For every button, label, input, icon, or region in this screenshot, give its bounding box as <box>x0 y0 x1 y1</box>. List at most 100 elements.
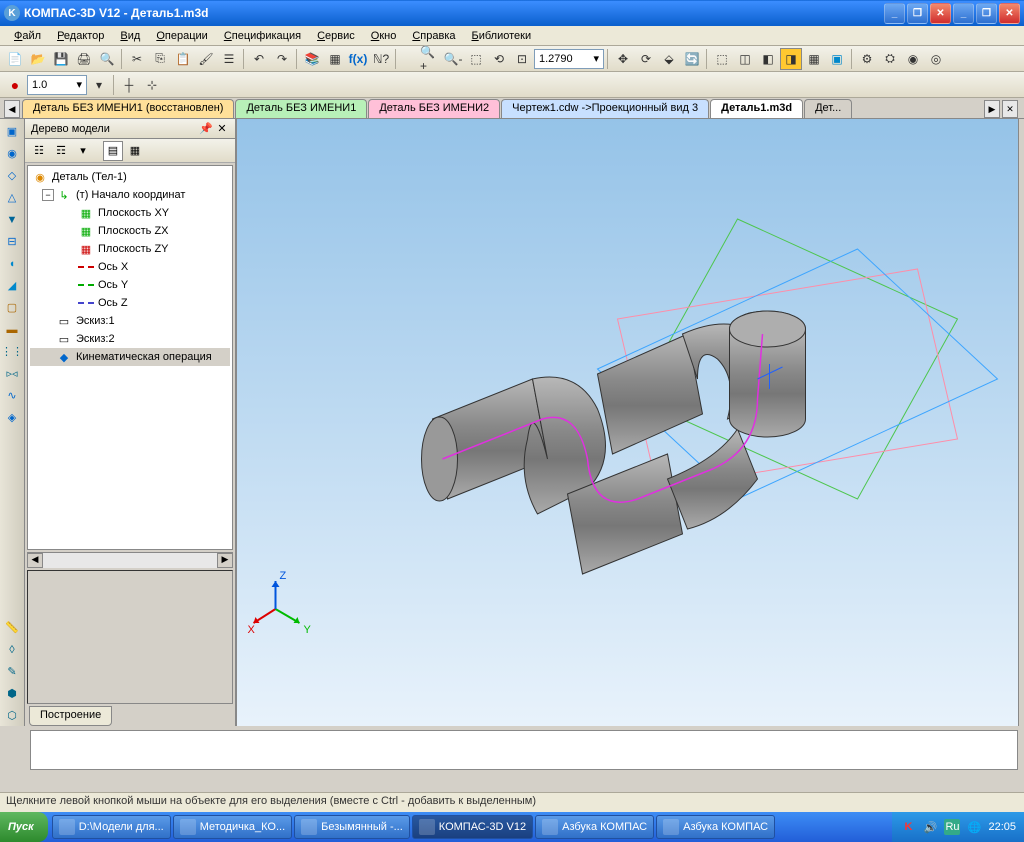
taskbar-task-5[interactable]: Азбука КОМПАС <box>656 815 775 839</box>
new-button[interactable]: 📄 <box>4 48 26 70</box>
curve-icon[interactable]: ∿ <box>2 385 23 406</box>
rotate-button[interactable]: ⟳ <box>635 48 657 70</box>
loft-icon[interactable]: △ <box>2 187 23 208</box>
sketch-icon[interactable]: ✎ <box>2 661 23 682</box>
tool-b[interactable]: ⛭ <box>879 48 901 70</box>
perspective-button[interactable]: ▣ <box>826 48 848 70</box>
measure-icon[interactable]: 📏 <box>2 617 23 638</box>
command-panel[interactable] <box>30 730 1018 770</box>
surface-icon[interactable]: ◈ <box>2 407 23 428</box>
zoom-in-button[interactable]: 🔍+ <box>419 48 441 70</box>
noedge-button[interactable]: ◧ <box>757 48 779 70</box>
shaded-button[interactable]: ◨ <box>780 48 802 70</box>
taskbar-task-0[interactable]: D:\Модели для... <box>52 815 171 839</box>
3d-viewport[interactable]: X Y Z <box>237 119 1018 726</box>
tree-dropdown-icon[interactable]: ▾ <box>73 141 93 161</box>
shell-icon[interactable]: ▢ <box>2 297 23 318</box>
start-button[interactable]: Пуск <box>0 812 48 842</box>
shaded-edge-button[interactable]: ▦ <box>803 48 825 70</box>
tree-plane-zy[interactable]: ▦Плоскость ZY <box>30 240 230 258</box>
part-icon[interactable]: ⬢ <box>2 683 23 704</box>
extrude-icon[interactable]: ▣ <box>2 121 23 142</box>
doc-tab-4[interactable]: Деталь1.m3d <box>710 99 803 118</box>
tree-axis-z[interactable]: Ось Z <box>30 294 230 312</box>
zoom-prev-button[interactable]: ⟲ <box>488 48 510 70</box>
step-button[interactable]: ▾ <box>88 74 110 96</box>
hole-icon[interactable]: ⊟ <box>2 231 23 252</box>
taskbar-task-4[interactable]: Азбука КОМПАС <box>535 815 654 839</box>
doc-tab-5[interactable]: Дет... <box>804 99 852 118</box>
taskbar-task-3[interactable]: КОМПАС-3D V12 <box>412 815 533 839</box>
doc-tab-2[interactable]: Деталь БЕЗ ИМЕНИ2 <box>368 99 500 118</box>
menu-spec[interactable]: Спецификация <box>216 28 309 44</box>
tree-sweep-op[interactable]: ◆Кинематическая операция <box>30 348 230 366</box>
copy-button[interactable]: ⎘ <box>149 48 171 70</box>
tree-plane-xy[interactable]: ▦Плоскость XY <box>30 204 230 222</box>
orient-button[interactable]: ⬙ <box>658 48 680 70</box>
tray-k-icon[interactable]: K <box>900 819 916 835</box>
cut-button[interactable]: ✂ <box>126 48 148 70</box>
doc-tab-1[interactable]: Деталь БЕЗ ИМЕНИ1 <box>235 99 367 118</box>
collapse-icon[interactable]: − <box>42 189 54 201</box>
menu-libs[interactable]: Библиотеки <box>464 28 540 44</box>
open-button[interactable]: 📂 <box>27 48 49 70</box>
doc-tab-0[interactable]: Деталь БЕЗ ИМЕНИ1 (восстановлен) <box>22 99 234 118</box>
zoom-out-button[interactable]: 🔍- <box>442 48 464 70</box>
maximize-button[interactable]: ❐ <box>976 3 997 24</box>
save-button[interactable]: 💾 <box>50 48 72 70</box>
pan-button[interactable]: ✥ <box>612 48 634 70</box>
menu-view[interactable]: Вид <box>112 28 148 44</box>
close-button[interactable]: ✕ <box>999 3 1020 24</box>
vars-button[interactable]: f(x) <box>347 48 369 70</box>
tree-sketch-1[interactable]: ▭Эскиз:1 <box>30 312 230 330</box>
format-button[interactable]: 🖌 <box>195 48 217 70</box>
ref-geom-icon[interactable]: ◊ <box>2 639 23 660</box>
zoom-window-button[interactable]: ⬚ <box>465 48 487 70</box>
menu-editor[interactable]: Редактор <box>49 28 112 44</box>
tree-view1-icon[interactable]: ☷ <box>29 141 49 161</box>
props-button[interactable]: ☰ <box>218 48 240 70</box>
panel-tab-build[interactable]: Построение <box>29 706 112 726</box>
model-tree[interactable]: ◉ Деталь (Тел-1) − ↳ (т) Начало координа… <box>27 165 233 550</box>
menu-help[interactable]: Справка <box>404 28 463 44</box>
tab-next-button[interactable]: ▶ <box>984 100 1000 118</box>
restore-button[interactable]: ❐ <box>907 3 928 24</box>
cut-extrude-icon[interactable]: ▼ <box>2 209 23 230</box>
tray-vol-icon[interactable]: 🔊 <box>922 819 938 835</box>
help-button[interactable]: ℕ? <box>370 48 392 70</box>
pin-icon[interactable]: 📌 <box>199 122 213 135</box>
tab-prev-button[interactable]: ◀ <box>4 100 20 118</box>
revolve-icon[interactable]: ◉ <box>2 143 23 164</box>
zoom-fit-button[interactable]: ⊡ <box>511 48 533 70</box>
menu-window[interactable]: Окно <box>363 28 405 44</box>
paste-button[interactable]: 📋 <box>172 48 194 70</box>
stop-button[interactable]: ● <box>4 74 26 96</box>
tree-axis-y[interactable]: Ось Y <box>30 276 230 294</box>
print-button[interactable]: 🖨 <box>73 48 95 70</box>
innerclose-button[interactable]: ✕ <box>930 3 951 24</box>
rib-icon[interactable]: ▬ <box>2 319 23 340</box>
hidden-button[interactable]: ◫ <box>734 48 756 70</box>
undo-button[interactable]: ↶ <box>248 48 270 70</box>
scale-field[interactable]: 1.0▾ <box>27 75 87 95</box>
tree-origin[interactable]: − ↳ (т) Начало координат <box>30 186 230 204</box>
tree-close-button[interactable]: ✕ <box>215 122 229 135</box>
doc-tab-3[interactable]: Чертеж1.cdw ->Проекционный вид 3 <box>501 99 709 118</box>
tray-lang-icon[interactable]: Ru <box>944 819 960 835</box>
zoom-field[interactable]: 1.2790▾ <box>534 49 604 69</box>
chamfer-icon[interactable]: ◢ <box>2 275 23 296</box>
minimize-button[interactable]: _ <box>884 3 905 24</box>
refresh-button[interactable]: 🔄 <box>681 48 703 70</box>
menu-operations[interactable]: Операции <box>148 28 215 44</box>
mirror-icon[interactable]: ▹◃ <box>2 363 23 384</box>
taskbar-task-1[interactable]: Методичка_КО... <box>173 815 292 839</box>
tree-root[interactable]: ◉ Деталь (Тел-1) <box>30 168 230 186</box>
snap-icon[interactable]: ⊹ <box>141 74 163 96</box>
fillet-icon[interactable]: ◖ <box>2 253 23 274</box>
tool-a[interactable]: ⚙ <box>856 48 878 70</box>
manager-button[interactable]: 📚 <box>301 48 323 70</box>
tree-view4-icon[interactable]: ▦ <box>125 141 145 161</box>
spec-button[interactable]: ▦ <box>324 48 346 70</box>
tree-view2-icon[interactable]: ☶ <box>51 141 71 161</box>
system-tray[interactable]: K 🔊 Ru 🌐 22:05 <box>892 812 1024 842</box>
